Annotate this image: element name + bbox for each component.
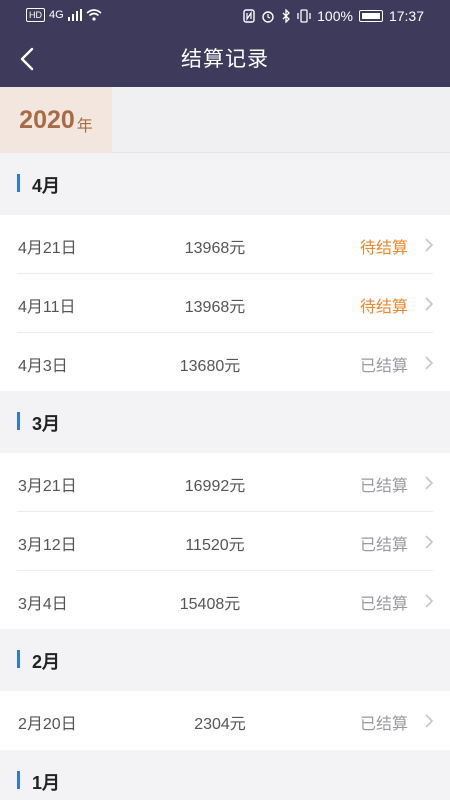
settlement-row[interactable]: 2月20日 2304元 已结算 [0,691,450,750]
chevron-right-icon [425,714,434,728]
month-label: 3月 [32,414,61,434]
month-header: 1月 [0,750,450,800]
settlement-row[interactable]: 4月21日 13968元 待结算 [0,215,450,274]
vibrate-icon [297,9,311,23]
year-tab[interactable]: 2020 年 [0,87,112,153]
month-label: 4月 [32,176,61,196]
month-accent-bar [17,174,20,192]
year-unit: 年 [76,118,93,135]
status-bar: HD 4G 100% 17:37 [0,0,450,32]
chevron-right-icon [425,356,434,370]
month-accent-bar [17,412,20,430]
row-status: 已结算 [359,478,408,495]
month-label: 2月 [32,652,61,672]
row-date: 2月20日 [18,716,77,733]
chevron-right-icon [425,297,434,311]
row-date: 4月11日 [18,299,76,316]
year-strip: 2020 年 [0,87,450,153]
page-title: 结算记录 [181,48,269,71]
row-status: 待结算 [359,240,408,257]
alarm-icon [262,11,274,23]
year-number: 2020 [19,105,75,134]
signal-icon [67,9,82,21]
row-amount: 16992元 [184,478,246,495]
row-status: 已结算 [359,358,408,375]
nfc-icon [243,9,255,23]
row-amount: 13968元 [184,240,246,257]
month-accent-bar [17,650,20,668]
chevron-right-icon [425,594,434,608]
battery-percent: 100% [317,8,353,24]
month-accent-bar [17,771,20,789]
wifi-icon [86,9,102,21]
settlement-row[interactable]: 3月21日 16992元 已结算 [0,453,450,512]
settlement-row[interactable]: 4月3日 13680元 已结算 [0,333,450,392]
row-date: 3月12日 [18,537,77,554]
row-amount: 13968元 [184,299,246,316]
row-status: 已结算 [359,716,408,733]
row-amount: 11520元 [185,537,245,554]
row-date: 3月21日 [18,478,77,495]
row-status: 已结算 [359,596,408,613]
clock: 17:37 [388,8,424,24]
row-status: 待结算 [359,299,408,316]
row-amount: 13680元 [179,358,241,375]
month-label: 1月 [32,773,61,793]
settlement-row[interactable]: 4月11日 13968元 待结算 [0,274,450,333]
battery-icon [358,10,383,22]
row-date: 4月21日 [18,240,77,257]
row-amount: 15408元 [179,596,241,613]
month-header: 3月 [0,391,450,453]
hd-indicator: HD [26,8,45,22]
chevron-right-icon [425,476,434,490]
month-header: 2月 [0,629,450,691]
row-date: 4月3日 [18,358,68,375]
chevron-right-icon [425,535,434,549]
nav-bar: 结算记录 [0,32,450,87]
month-header: 4月 [0,153,450,215]
row-date: 3月4日 [18,596,68,613]
row-status: 已结算 [359,537,408,554]
settlement-row[interactable]: 3月4日 15408元 已结算 [0,571,450,630]
settlement-row[interactable]: 3月12日 11520元 已结算 [0,512,450,571]
row-amount: 2304元 [194,716,246,733]
network-type: 4G [49,9,64,21]
bluetooth-icon [282,9,291,23]
chevron-right-icon [425,238,434,252]
